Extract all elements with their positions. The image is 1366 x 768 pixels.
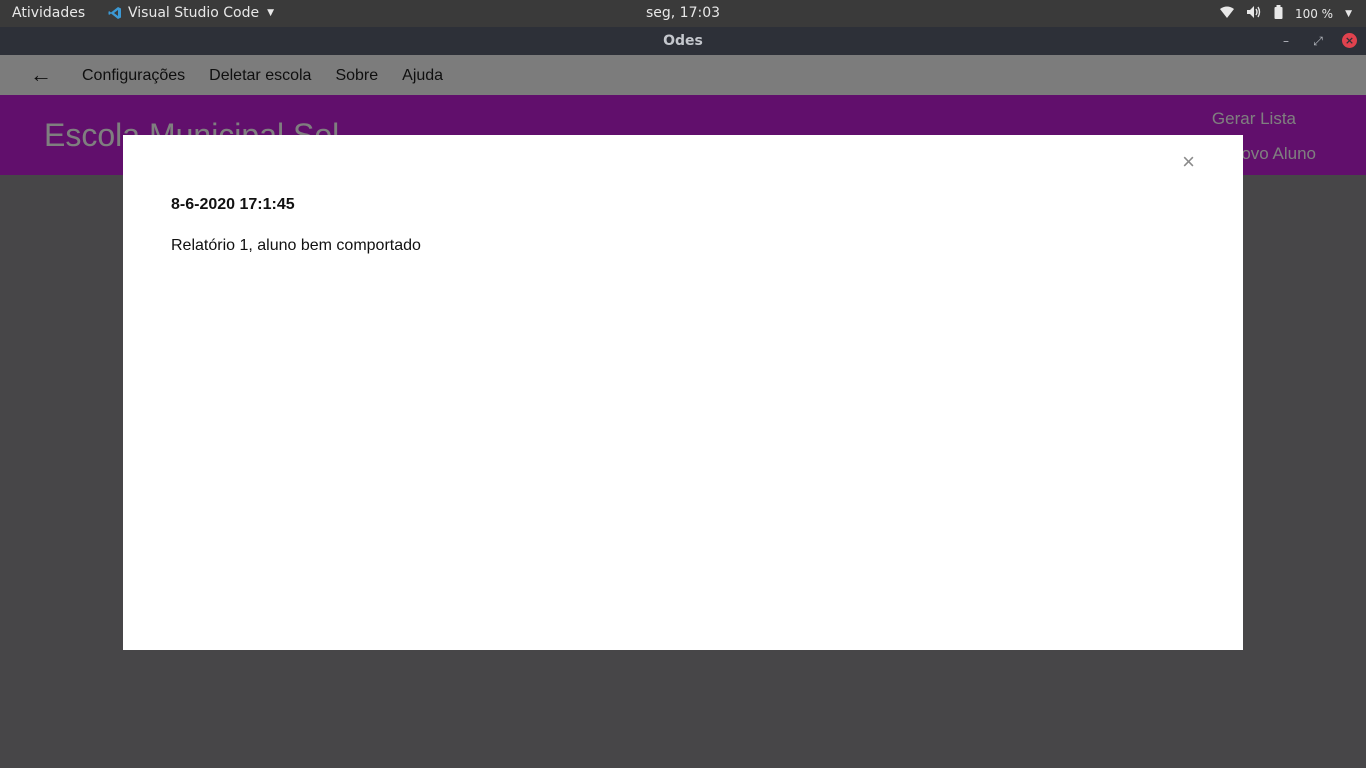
battery-percent: 100 % bbox=[1294, 6, 1334, 21]
system-tray[interactable]: 100 % ▼ bbox=[1219, 5, 1352, 22]
system-top-bar: Atividades Visual Studio Code ▼ seg, 17:… bbox=[0, 0, 1366, 27]
window-title-bar: Odes – ⤢ × bbox=[0, 27, 1366, 55]
report-date: 8-6-2020 17:1:45 bbox=[171, 196, 295, 213]
vscode-icon bbox=[108, 6, 122, 20]
chevron-down-icon: ▼ bbox=[267, 8, 275, 18]
chevron-down-icon: ▼ bbox=[1345, 8, 1352, 19]
battery-icon bbox=[1274, 5, 1283, 22]
wifi-icon bbox=[1219, 6, 1234, 21]
app-menu[interactable]: Visual Studio Code ▼ bbox=[108, 5, 274, 21]
restore-icon[interactable]: ⤢ bbox=[1309, 32, 1327, 50]
window-title: Odes bbox=[663, 33, 703, 49]
minimize-icon[interactable]: – bbox=[1277, 32, 1295, 50]
report-modal: × 8-6-2020 17:1:45 Relatório 1, aluno be… bbox=[123, 135, 1243, 650]
volume-icon bbox=[1246, 5, 1262, 22]
close-window-icon[interactable]: × bbox=[1342, 33, 1357, 48]
app-name: Visual Studio Code bbox=[128, 5, 260, 21]
report-text: Relatório 1, aluno bem comportado bbox=[171, 237, 421, 254]
close-icon[interactable]: × bbox=[1182, 149, 1195, 175]
activities-button[interactable]: Atividades bbox=[12, 5, 85, 21]
